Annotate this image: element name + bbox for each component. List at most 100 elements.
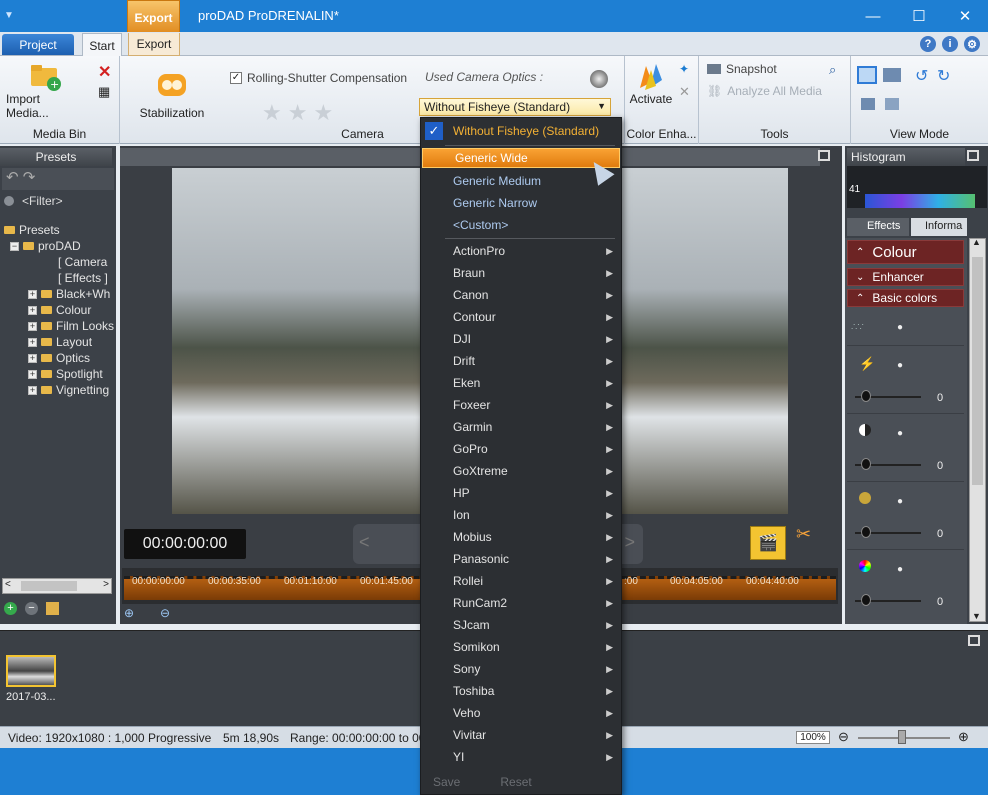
stabilization-button[interactable]: Stabilization	[136, 70, 208, 120]
close-button[interactable]: ✕	[942, 0, 988, 32]
expand-icon[interactable]: +	[28, 369, 37, 379]
zoom-out-icon[interactable]: ⊖	[838, 729, 849, 745]
section-colour[interactable]: ⌃ Colour	[847, 240, 964, 264]
menu-item-brand[interactable]: RunCam2 ▶	[421, 592, 621, 614]
view-compare-icon[interactable]	[883, 68, 901, 82]
menu-item-brand[interactable]: YI ▶	[421, 746, 621, 768]
section-basic-colors[interactable]: ⌃ Basic colors	[847, 289, 964, 307]
menu-item-brand[interactable]: HP ▶	[421, 482, 621, 504]
zoom-out-icon[interactable]: ⊖	[160, 606, 170, 620]
effects-scrollbar[interactable]: ▲ ▼	[969, 237, 986, 622]
undo-icon[interactable]: ↺	[915, 66, 928, 86]
expand-icon[interactable]: +	[28, 305, 37, 315]
tab-export[interactable]: Export	[128, 33, 180, 56]
reset-icon[interactable]: ●	[897, 322, 903, 333]
maximize-panel-icon[interactable]	[818, 150, 830, 161]
scroll-down-icon[interactable]: ▼	[972, 611, 981, 621]
maximize-panel-icon[interactable]	[968, 635, 980, 646]
analyze-all-button[interactable]: ⛓ Analyze All Media	[707, 84, 822, 98]
menu-item-without-fisheye[interactable]: ✓ Without Fisheye (Standard)	[421, 120, 621, 142]
save-preset-icon[interactable]	[46, 602, 59, 615]
menu-item-brand[interactable]: Contour ▶	[421, 306, 621, 328]
menu-item-brand[interactable]: Ion ▶	[421, 504, 621, 526]
tree-item-camera[interactable]: [ Camera	[4, 254, 114, 270]
tab-information[interactable]: Informa	[911, 218, 967, 236]
color-wand-icon[interactable]: ✦	[679, 62, 689, 76]
system-menu-icon[interactable]: ▼	[4, 10, 14, 21]
filmstrip-icon[interactable]: ▦	[98, 84, 110, 100]
menu-item-brand[interactable]: SJcam ▶	[421, 614, 621, 636]
color-remove-icon[interactable]: ✕	[679, 84, 690, 100]
menu-item-brand[interactable]: Sony ▶	[421, 658, 621, 680]
menu-item-generic-narrow[interactable]: Generic Narrow	[421, 192, 621, 214]
menu-item-brand[interactable]: GoPro ▶	[421, 438, 621, 460]
menu-item-brand[interactable]: Rollei ▶	[421, 570, 621, 592]
add-preset-icon[interactable]: +	[4, 602, 17, 615]
expand-icon[interactable]: +	[28, 289, 37, 299]
maximize-panel-icon[interactable]	[967, 150, 979, 161]
menu-item-brand[interactable]: Veho ▶	[421, 702, 621, 724]
tree-item-film-looks[interactable]: + Film Looks	[4, 318, 114, 334]
scroll-right-icon[interactable]: >	[103, 579, 109, 590]
tree-item-layout[interactable]: + Layout	[4, 334, 114, 350]
info-icon[interactable]: i	[942, 36, 958, 52]
scroll-left-icon[interactable]: <	[5, 579, 11, 590]
remove-icon[interactable]: ✕	[98, 62, 111, 82]
menu-item-brand[interactable]: Canon ▶	[421, 284, 621, 306]
reset-icon[interactable]: ●	[897, 360, 903, 371]
slider-value[interactable]: 0	[937, 528, 943, 540]
tree-item-effects[interactable]: [ Effects ]	[4, 270, 114, 286]
next-icon[interactable]: >	[624, 532, 635, 553]
view-overlay-icon[interactable]	[885, 98, 899, 110]
collapse-icon[interactable]: −	[10, 241, 19, 251]
tab-effects[interactable]: Effects	[847, 218, 909, 236]
context-tab-export[interactable]: Export	[127, 0, 180, 34]
tree-item-presets[interactable]: Presets	[4, 222, 114, 238]
redo-icon[interactable]: ↻	[937, 66, 950, 86]
menu-item-brand[interactable]: Panasonic ▶	[421, 548, 621, 570]
scroll-thumb[interactable]	[972, 257, 983, 485]
presets-scrollbar[interactable]: < >	[2, 578, 112, 594]
redo-icon[interactable]: ↷	[23, 169, 36, 186]
view-split-icon[interactable]	[861, 98, 875, 110]
previous-icon[interactable]: <	[359, 532, 370, 553]
rolling-shutter-checkbox[interactable]: ✓	[230, 72, 242, 84]
expand-icon[interactable]: +	[28, 353, 37, 363]
menu-item-brand[interactable]: DJI ▶	[421, 328, 621, 350]
preset-filter[interactable]: <Filter>	[4, 194, 63, 208]
tree-item-vignetting[interactable]: + Vignetting	[4, 382, 114, 398]
menu-item-brand[interactable]: ActionPro ▶	[421, 240, 621, 262]
menu-item-brand[interactable]: Garmin ▶	[421, 416, 621, 438]
zoom-slider-knob[interactable]	[898, 730, 906, 744]
slider-value[interactable]: 0	[937, 596, 943, 608]
clapperboard-icon[interactable]: 🎬	[750, 526, 786, 560]
activate-button[interactable]: Activate	[627, 62, 675, 106]
zoom-in-icon[interactable]: ⊕	[124, 606, 134, 620]
tab-project[interactable]: Project	[2, 34, 74, 55]
section-enhancer[interactable]: ⌄ Enhancer	[847, 268, 964, 286]
menu-item-brand[interactable]: GoXtreme ▶	[421, 460, 621, 482]
optics-select[interactable]: Without Fisheye (Standard) ▼	[419, 98, 611, 116]
media-thumbnail[interactable]	[6, 655, 56, 687]
slider-knob[interactable]	[861, 594, 871, 606]
menu-item-custom[interactable]: <Custom>	[421, 214, 621, 236]
import-media-button[interactable]: + Import Media...	[6, 62, 86, 120]
view-single-icon[interactable]	[857, 66, 877, 84]
reset-icon[interactable]: ●	[897, 564, 903, 575]
tree-item-optics[interactable]: + Optics	[4, 350, 114, 366]
tree-item-blackwhite[interactable]: + Black+Wh	[4, 286, 114, 302]
rolling-shutter-row[interactable]: ✓ Rolling-Shutter Compensation	[230, 71, 407, 85]
tab-start[interactable]: Start	[82, 33, 122, 57]
menu-item-brand[interactable]: Mobius ▶	[421, 526, 621, 548]
expand-icon[interactable]: +	[28, 337, 37, 347]
zoom-in-icon[interactable]: ⊕	[958, 729, 969, 745]
menu-item-brand[interactable]: Foxeer ▶	[421, 394, 621, 416]
undo-icon[interactable]: ↶	[6, 169, 19, 186]
scroll-up-icon[interactable]: ▲	[972, 237, 981, 247]
scroll-thumb[interactable]	[21, 581, 77, 591]
menu-item-brand[interactable]: Somikon ▶	[421, 636, 621, 658]
slider-knob[interactable]	[861, 458, 871, 470]
menu-item-brand[interactable]: Vivitar ▶	[421, 724, 621, 746]
menu-item-brand[interactable]: Eken ▶	[421, 372, 621, 394]
expand-icon[interactable]: +	[28, 321, 37, 331]
